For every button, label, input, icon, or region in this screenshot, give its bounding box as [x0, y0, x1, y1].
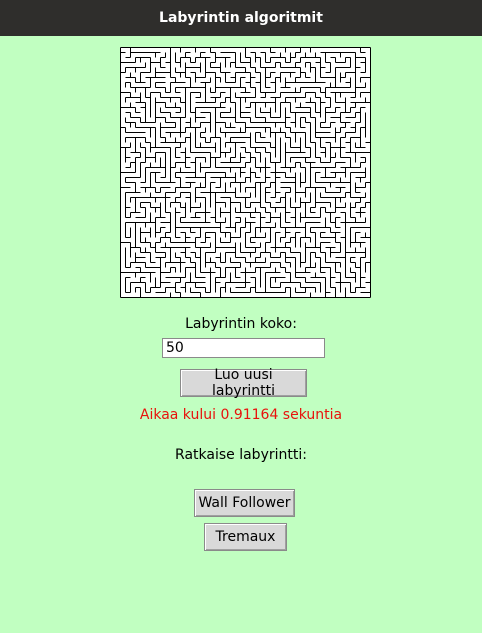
- solve-maze-label: Ratkaise labyrintti:: [175, 447, 307, 463]
- tremaux-button[interactable]: Tremaux: [204, 523, 287, 551]
- maze-walls: [120, 47, 371, 298]
- elapsed-time-text: Aikaa kului 0.91164 sekuntia: [139, 407, 343, 423]
- window-title: Labyrintin algoritmit: [159, 10, 323, 26]
- maze-size-input[interactable]: [162, 338, 325, 358]
- create-maze-button[interactable]: Luo uusi labyrintti: [180, 367, 307, 399]
- main-panel: Labyrintin koko: Luo uusi labyrintti Aik…: [0, 36, 482, 633]
- window-titlebar: Labyrintin algoritmit: [0, 0, 482, 36]
- maze-size-label: Labyrintin koko:: [185, 316, 297, 332]
- maze-canvas: [120, 47, 371, 298]
- wall-follower-button[interactable]: Wall Follower: [194, 489, 295, 517]
- maze-drawing: [120, 47, 371, 298]
